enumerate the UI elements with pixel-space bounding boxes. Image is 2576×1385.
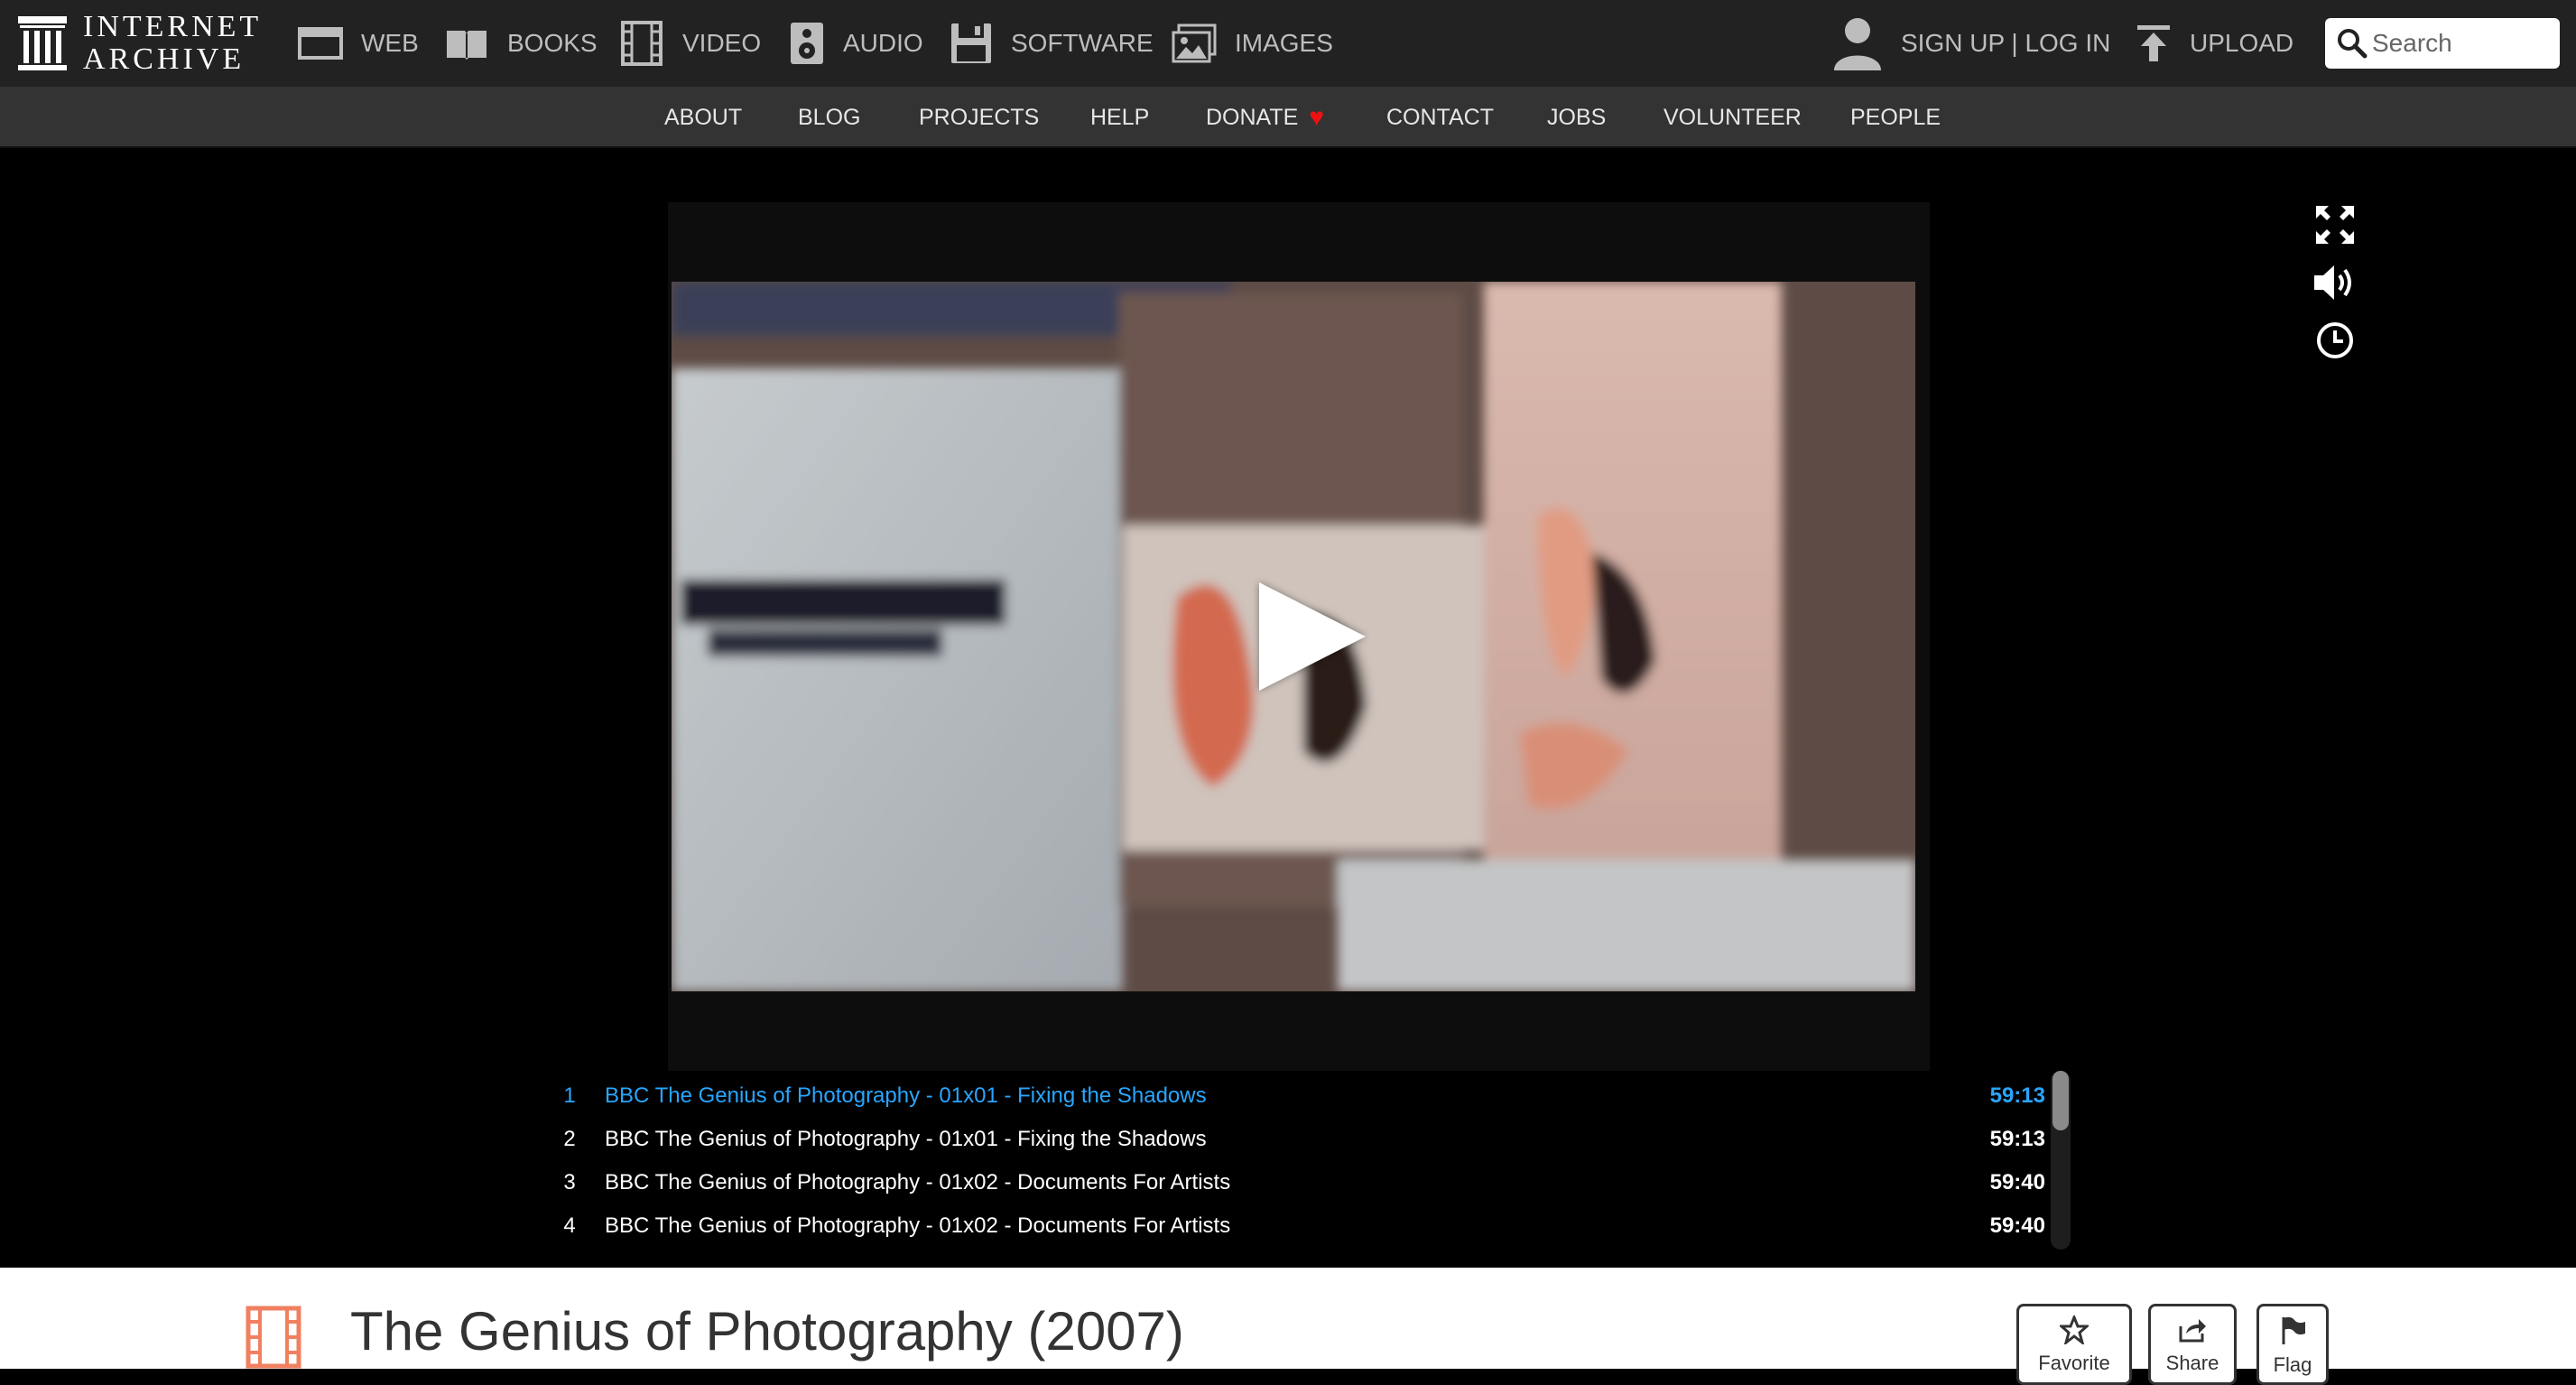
nav-books-label: BOOKS	[507, 29, 598, 57]
playlist-item[interactable]: 3 BBC The Genius of Photography - 01x02 …	[547, 1161, 2045, 1204]
subnav-jobs[interactable]: JOBS	[1547, 87, 1606, 148]
floppy-icon	[951, 23, 991, 63]
subnav-help[interactable]: HELP	[1090, 87, 1149, 148]
playlist-item[interactable]: 1 BBC The Genius of Photography - 01x01 …	[547, 1074, 2045, 1118]
sign-up-login-label: SIGN UP | LOG IN	[1901, 29, 2111, 57]
subnav-donate-label: DONATE	[1206, 104, 1299, 130]
user-icon	[1834, 18, 1881, 70]
subnav-volunteer[interactable]: VOLUNTEER	[1663, 87, 1802, 148]
nav-images-label: IMAGES	[1235, 29, 1333, 57]
nav-video[interactable]: VIDEO	[619, 0, 761, 87]
flag-button[interactable]: Flag	[2256, 1304, 2329, 1385]
web-icon	[298, 27, 343, 60]
flag-label: Flag	[2273, 1353, 2312, 1376]
speaker-icon	[791, 23, 823, 64]
sign-up-login-link[interactable]: SIGN UP | LOG IN	[1832, 0, 2110, 87]
item-header: The Genius of Photography (2007) Favorit…	[0, 1268, 2576, 1385]
track-number: 3	[563, 1170, 576, 1194]
books-icon	[447, 31, 486, 60]
favorite-label: Favorite	[2038, 1352, 2110, 1374]
item-title: The Genius of Photography (2007)	[350, 1301, 1184, 1362]
subnav-about-label: ABOUT	[664, 104, 743, 130]
track-number: 2	[563, 1127, 576, 1151]
nav-video-label: VIDEO	[682, 29, 762, 57]
nav-software-label: SOFTWARE	[1011, 29, 1154, 57]
subnav-projects-label: PROJECTS	[919, 104, 1040, 130]
flag-icon	[2282, 1316, 2305, 1344]
track-number: 4	[563, 1213, 576, 1238]
track-duration: 59:13	[1989, 1127, 2045, 1151]
search-box[interactable]	[2325, 18, 2560, 69]
search-icon	[2338, 29, 2368, 59]
volume-icon[interactable]	[2312, 260, 2358, 305]
track-duration: 59:40	[1989, 1170, 2045, 1194]
film-icon	[621, 21, 663, 66]
nav-audio[interactable]: AUDIO	[789, 0, 923, 87]
share-icon	[2179, 1319, 2206, 1343]
playlist: 1 BBC The Genius of Photography - 01x01 …	[547, 1074, 2063, 1264]
subnav-people-label: PEOPLE	[1850, 104, 1941, 130]
track-duration: 59:40	[1989, 1213, 2045, 1238]
upload-label: UPLOAD	[2190, 29, 2294, 57]
play-icon[interactable]	[1259, 582, 1366, 691]
playlist-item[interactable]: 4 BBC The Genius of Photography - 01x02 …	[547, 1204, 2045, 1248]
nav-images[interactable]: IMAGES	[1172, 0, 1333, 87]
subnav-blog-label: BLOG	[798, 104, 861, 130]
top-nav: INTERNET ARCHIVE WEB BOOKS VIDEO AUDIO S…	[0, 0, 2576, 87]
subnav-projects[interactable]: PROJECTS	[919, 87, 1039, 148]
upload-link[interactable]: UPLOAD	[2136, 0, 2293, 87]
track-title: BBC The Genius of Photography - 01x02 - …	[605, 1213, 1231, 1238]
logo-text: INTERNET ARCHIVE	[83, 11, 262, 76]
nav-books[interactable]: BOOKS	[444, 0, 598, 87]
search-input[interactable]	[2372, 29, 2553, 58]
clock-icon[interactable]	[2312, 318, 2358, 363]
subnav-help-label: HELP	[1090, 104, 1150, 130]
logo-line-1: INTERNET	[83, 10, 263, 43]
track-title: BBC The Genius of Photography - 01x02 - …	[605, 1170, 1231, 1194]
share-button[interactable]: Share	[2148, 1304, 2237, 1385]
nav-web-label: WEB	[361, 29, 419, 57]
subnav-volunteer-label: VOLUNTEER	[1663, 104, 1802, 130]
favorite-button[interactable]: Favorite	[2016, 1304, 2132, 1385]
track-duration: 59:13	[1989, 1083, 2045, 1108]
track-title: BBC The Genius of Photography - 01x01 - …	[605, 1083, 1207, 1108]
subnav-donate[interactable]: DONATE ♥	[1206, 87, 1324, 148]
nav-web[interactable]: WEB	[298, 0, 419, 87]
internet-archive-logo[interactable]: INTERNET ARCHIVE	[16, 11, 262, 76]
archive-building-icon	[18, 16, 67, 70]
playlist-scroll-thumb[interactable]	[2052, 1071, 2069, 1130]
playlist-item[interactable]: 2 BBC The Genius of Photography - 01x01 …	[547, 1118, 2045, 1161]
fullscreen-icon[interactable]	[2312, 202, 2358, 247]
share-label: Share	[2165, 1352, 2219, 1374]
nav-software[interactable]: SOFTWARE	[950, 0, 1154, 87]
subnav-contact[interactable]: CONTACT	[1386, 87, 1494, 148]
star-icon	[2060, 1315, 2089, 1344]
secondary-nav: ABOUT BLOG PROJECTS HELP DONATE ♥ CONTAC…	[0, 87, 2576, 148]
subnav-people[interactable]: PEOPLE	[1850, 87, 1941, 148]
upload-icon	[2137, 25, 2170, 61]
images-icon	[1172, 23, 1217, 63]
subnav-jobs-label: JOBS	[1547, 104, 1607, 130]
heart-icon: ♥	[1309, 103, 1324, 131]
subnav-blog[interactable]: BLOG	[798, 87, 860, 148]
nav-audio-label: AUDIO	[843, 29, 923, 57]
film-icon	[246, 1306, 301, 1369]
track-title: BBC The Genius of Photography - 01x01 - …	[605, 1127, 1207, 1151]
subnav-contact-label: CONTACT	[1386, 104, 1494, 130]
track-number: 1	[563, 1083, 576, 1108]
video-theater: 1 BBC The Genius of Photography - 01x01 …	[0, 150, 2576, 1268]
logo-line-2: ARCHIVE	[83, 42, 246, 76]
subnav-about[interactable]: ABOUT	[664, 87, 742, 148]
